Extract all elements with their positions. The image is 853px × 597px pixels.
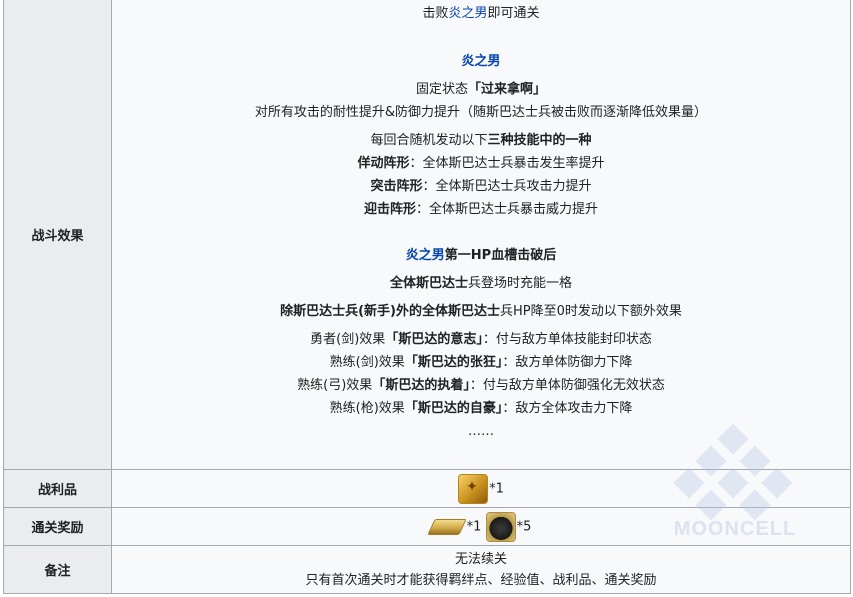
notes-content: 无法续关 只有首次通关时才能获得羁绊点、经验值、战利品、通关奖励	[111, 545, 851, 594]
reward-label: 通关奖励	[3, 507, 112, 546]
extra-effect-line: 熟练(弓)效果「斯巴达的执着」：付与敌方单体防御强化无效状态	[297, 378, 665, 393]
random-skill-line: 每回合随机发动以下三种技能中的一种	[370, 133, 592, 148]
skill-line: 迎击阵形：全体斯巴达士兵暴击威力提升	[363, 202, 599, 217]
reward-row: 通关奖励 *1 *5	[3, 507, 851, 546]
gold-ingot-icon[interactable]	[426, 518, 467, 535]
extra-effect-line: 熟练(枪)效果「斯巴达的自豪」：敌方全体攻击力下降	[329, 401, 633, 416]
skill-line: 佯动阵形：全体斯巴达士兵暴击发生率提升	[357, 156, 605, 171]
fixed-state-name: 「过来拿啊」	[468, 82, 547, 97]
fixed-state-line: 固定状态「过来拿啊」	[415, 82, 547, 97]
reward-qty: *1	[466, 519, 482, 534]
loot-row: 战利品 *1	[3, 469, 851, 508]
loot-label: 战利品	[3, 469, 112, 508]
dark-pot-icon[interactable]	[485, 511, 516, 542]
battle-effects-content: 击败炎之男即可通关 炎之男 固定状态「过来拿啊」 对所有攻击的耐性提升&防御力提…	[111, 0, 851, 470]
skill-line: 突击阵形：全体斯巴达士兵攻击力提升	[370, 179, 592, 194]
battle-effects-row: 战斗效果 击败炎之男即可通关 炎之男 固定状态「过来拿啊」 对所有攻击的耐性提升…	[3, 0, 851, 470]
battle-effects-label: 战斗效果	[3, 0, 112, 470]
notes-row: 备注 无法续关 只有首次通关时才能获得羁绊点、经验值、战利品、通关奖励	[3, 545, 851, 594]
boss-link[interactable]: 炎之男	[406, 248, 445, 263]
reward-qty: *5	[516, 519, 532, 534]
intro-line: 击败炎之男即可通关	[422, 6, 540, 21]
quest-info-table: 战斗效果 击败炎之男即可通关 炎之男 固定状态「过来拿啊」 对所有攻击的耐性提升…	[3, 0, 851, 594]
fixed-state-desc: 对所有攻击的耐性提升&防御力提升（随斯巴达士兵被击败而逐渐降低效果量）	[254, 105, 708, 120]
reward-content: *1 *5	[111, 507, 851, 546]
notes-line: 只有首次通关时才能获得羁绊点、经验值、战利品、通关奖励	[305, 572, 657, 588]
boss-link[interactable]: 炎之男	[448, 6, 487, 21]
loot-content: *1	[111, 469, 851, 508]
notes-line: 无法续关	[454, 551, 507, 567]
loot-qty: *1	[489, 481, 504, 496]
boss-name-link[interactable]: 炎之男	[112, 50, 850, 73]
hp-break-title: 炎之男第一HP血槽击破后	[405, 248, 557, 263]
ellipsis: ……	[468, 424, 494, 439]
extra-effect-title: 除斯巴达士兵(新手)外的全体斯巴达士兵HP降至0时发动以下额外效果	[280, 304, 682, 319]
charge-line: 全体斯巴达士兵登场时充能一格	[389, 276, 573, 291]
gold-medal-icon[interactable]	[458, 473, 489, 504]
notes-label: 备注	[3, 545, 112, 594]
extra-effect-line: 熟练(剑)效果「斯巴达的张狂」：敌方单体防御力下降	[329, 355, 633, 370]
extra-effect-line: 勇者(剑)效果「斯巴达的意志」：付与敌方单体技能封印状态	[310, 332, 652, 347]
